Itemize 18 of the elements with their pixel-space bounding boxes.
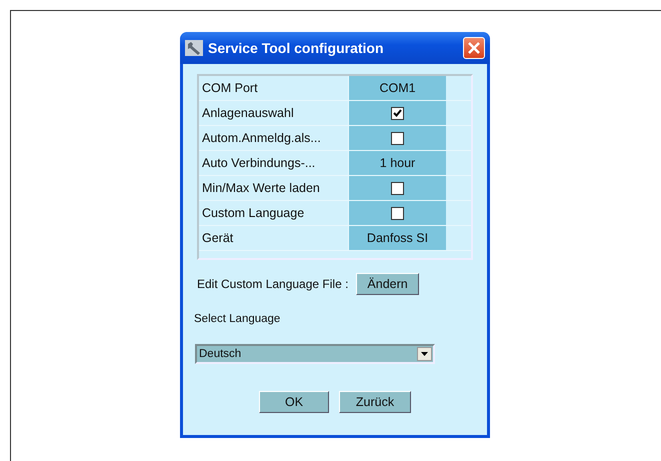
checkbox[interactable]: [391, 106, 404, 120]
close-button[interactable]: [463, 37, 485, 59]
select-language-label: Select Language: [194, 313, 282, 325]
close-icon: [467, 41, 481, 55]
checkbox[interactable]: [391, 132, 404, 144]
caret-icon: [421, 352, 428, 356]
language-dropdown[interactable]: Deutsch: [195, 344, 435, 364]
wrench-icon: [185, 40, 203, 56]
setting-value[interactable]: 1 hour: [349, 151, 446, 175]
back-button[interactable]: Zurück: [339, 391, 411, 413]
change-button[interactable]: Ändern: [356, 273, 419, 295]
ok-button[interactable]: OK: [259, 391, 329, 413]
custom-language-label: Edit Custom Language File :: [197, 277, 348, 291]
checkbox[interactable]: [391, 182, 404, 194]
setting-value[interactable]: COM1: [349, 76, 446, 100]
setting-value[interactable]: Danfoss SI: [349, 226, 446, 250]
checkbox[interactable]: [391, 206, 404, 220]
window-title: Service Tool configuration: [208, 40, 385, 56]
